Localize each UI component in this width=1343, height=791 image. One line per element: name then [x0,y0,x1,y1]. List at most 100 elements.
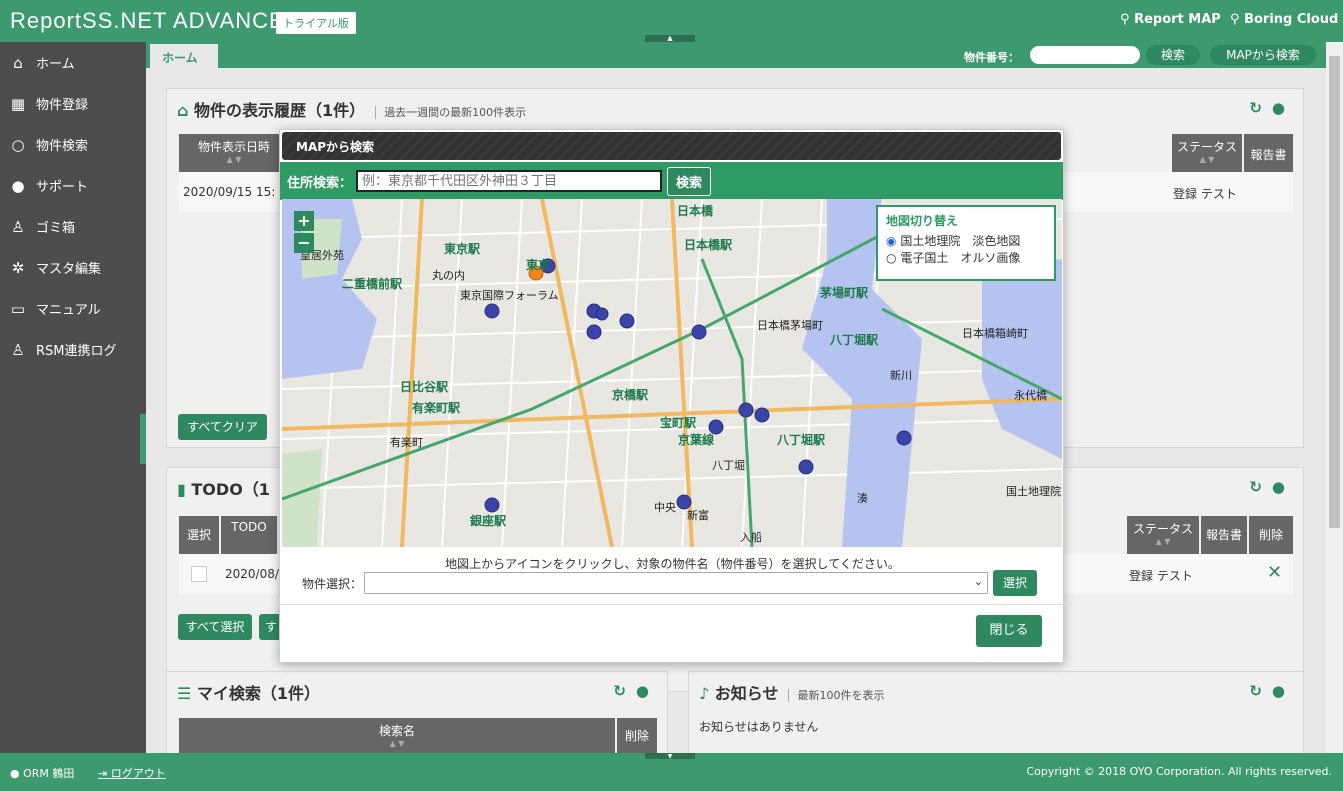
copyright: Copyright © 2018 OYO Corporation. All ri… [1026,765,1332,778]
boring-cloud-link[interactable]: ⚲ Boring Cloud [1230,12,1338,27]
sort-icon[interactable]: ▲ ▼ [1127,537,1199,546]
building-icon: ▦ [10,94,26,113]
panel-controls[interactable]: ↻● [1249,682,1295,700]
svg-text:八丁堀駅: 八丁堀駅 [776,432,826,447]
panel-controls[interactable]: ↻● [1249,99,1295,117]
map-option-gsi[interactable]: ◉ 国土地理院 淡色地図 [886,232,1046,249]
address-input[interactable] [356,170,663,192]
todo-col-select: 選択 [179,516,219,554]
collapse-icon[interactable]: ● [1272,478,1295,496]
col-label: ステータス [1132,522,1193,536]
svg-text:日本橋茅場町: 日本橋茅場町 [757,318,823,332]
clear-all-button[interactable]: すべてクリア [178,414,267,440]
select-all-button[interactable]: すべて選択 [178,614,252,640]
svg-text:丸の内: 丸の内 [432,268,465,282]
sidebar-item-label: マニュアル [36,303,101,318]
user-icon: ● [11,176,25,195]
svg-text:日本橋箱崎町: 日本橋箱崎町 [962,326,1028,340]
collapse-icon[interactable]: ● [1272,99,1295,117]
news-panel: ♪ お知らせ 最新100件を表示 ↻● お知らせはありません [688,671,1304,753]
footer-collapse-handle[interactable]: ▼ [645,753,695,760]
book-icon: ▭ [10,299,26,318]
app-header: ReportSS.NET ADVANCE トライアル版 ⚲ Report MAP… [0,0,1343,42]
sidebar-item-manual[interactable]: ▭ マニュアル [0,288,146,329]
document-icon: ▮ [177,480,186,499]
my-search-col-name[interactable]: 検索名 ▲ ▼ [179,718,615,753]
row-date: 2020/09/15 15: [183,185,276,199]
sidebar-item-rsm[interactable]: ♙ RSM連携ログ [0,329,146,370]
zoom-in-button[interactable]: + [294,211,314,231]
radio-selected-icon[interactable]: ◉ [886,234,896,248]
property-no-input[interactable] [1030,46,1140,64]
sort-icon[interactable]: ▲ ▼ [179,155,289,164]
refresh-icon[interactable]: ↻ [1249,478,1272,496]
sidebar-item-master[interactable]: ✲ マスタ編集 [0,247,146,288]
sort-icon[interactable]: ▲ ▼ [179,739,615,748]
sort-icon[interactable]: ▲ ▼ [1172,155,1242,164]
todo-col-report: 報告書 [1201,516,1247,554]
todo-title: ▮ TODO（1 [177,476,270,500]
col-label: TODO [231,520,267,534]
chevron-down-icon: ⌄ [973,575,984,588]
sidebar-item-register[interactable]: ▦ 物件登録 [0,83,146,124]
link-icon: ♙ [11,340,25,359]
svg-text:湊: 湊 [857,491,868,505]
map-view[interactable]: 東京駅 東京 二重橋前駅 日本橋 日本橋駅 茅場町駅 八丁堀駅 京葉線 宝町駅 京橋駅 日比谷… [282,199,1062,547]
map-option-ortho[interactable]: ○ 電子国土 オルソ画像 [886,249,1046,266]
logout-link[interactable]: ⇥ ログアウト [98,765,166,781]
todo-col-todo[interactable]: TODO [221,516,277,554]
zoom-out-button[interactable]: − [294,233,314,253]
address-label: 住所検索： [287,175,353,191]
report-map-link[interactable]: ⚲ Report MAP [1120,12,1221,27]
header-collapse-handle[interactable]: ▲ [645,35,695,42]
scrollbar-thumb[interactable] [1329,56,1340,528]
logout-label: ログアウト [110,767,166,780]
map-search-button[interactable]: MAPから検索 [1210,45,1316,65]
sidebar-item-label: マスタ編集 [36,262,102,277]
sidebar-item-label: 物件登録 [36,98,89,113]
user-icon: ● [10,767,20,780]
collapse-icon[interactable]: ● [636,682,659,700]
radio-icon[interactable]: ○ [886,251,896,265]
home-icon: ⌂ [177,101,189,120]
sidebar-item-home[interactable]: ⌂ ホーム [0,42,146,83]
sidebar-item-support[interactable]: ● サポート [0,165,146,206]
search-icon: ○ [11,135,25,154]
page-scrollbar[interactable] [1326,42,1343,753]
refresh-icon[interactable]: ↻ [1249,99,1272,117]
sidebar: ⌂ ホーム ▦ 物件登録 ○ 物件検索 ● サポート ♙ ゴミ箱 ✲ マスタ編集 ▭ マニュア… [0,42,146,753]
sidebar-item-trash[interactable]: ♙ ゴミ箱 [0,206,146,247]
select-button[interactable]: 選択 [993,570,1038,596]
property-select[interactable]: ⌄ [364,572,989,594]
history-col-date[interactable]: 物件表示日時 ▲ ▼ [179,134,289,172]
panel-controls[interactable]: ↻● [1249,478,1295,496]
sidebar-item-search[interactable]: ○ 物件検索 [0,124,146,165]
row-status: 登録 テスト [1173,187,1237,201]
delete-icon[interactable]: ✕ [1267,562,1282,583]
row-checkbox[interactable] [191,566,207,582]
property-search-button[interactable]: 検索 [1146,45,1200,65]
zoom-controls: + − [294,211,314,255]
col-label: ステータス [1176,140,1237,154]
sidebar-item-label: ゴミ箱 [36,221,76,236]
svg-text:有楽町駅: 有楽町駅 [412,400,461,415]
pin-icon: ⚲ [1120,12,1130,27]
svg-text:新富: 新富 [687,508,709,522]
panel-controls[interactable]: ↻● [613,682,659,700]
svg-text:日本橋駅: 日本橋駅 [684,237,733,252]
todo-col-status[interactable]: ステータス ▲ ▼ [1127,516,1199,554]
refresh-icon[interactable]: ↻ [613,682,636,700]
tab-home[interactable]: ホーム [150,44,218,68]
sidebar-item-label: 物件検索 [36,139,89,154]
collapse-icon[interactable]: ● [1272,682,1295,700]
address-search-button[interactable]: 検索 [667,166,712,196]
refresh-icon[interactable]: ↻ [1249,682,1272,700]
divider [280,604,1065,605]
history-title-text: 物件の表示履歴（1件） [194,101,366,120]
svg-text:京葉線: 京葉線 [678,432,714,447]
close-button[interactable]: 閉じる [976,615,1042,647]
history-note: 過去一週間の最新100件表示 [375,106,527,119]
history-col-status[interactable]: ステータス ▲ ▼ [1172,134,1242,172]
news-note: 最新100件を表示 [788,689,885,702]
svg-text:日比谷駅: 日比谷駅 [400,379,449,394]
